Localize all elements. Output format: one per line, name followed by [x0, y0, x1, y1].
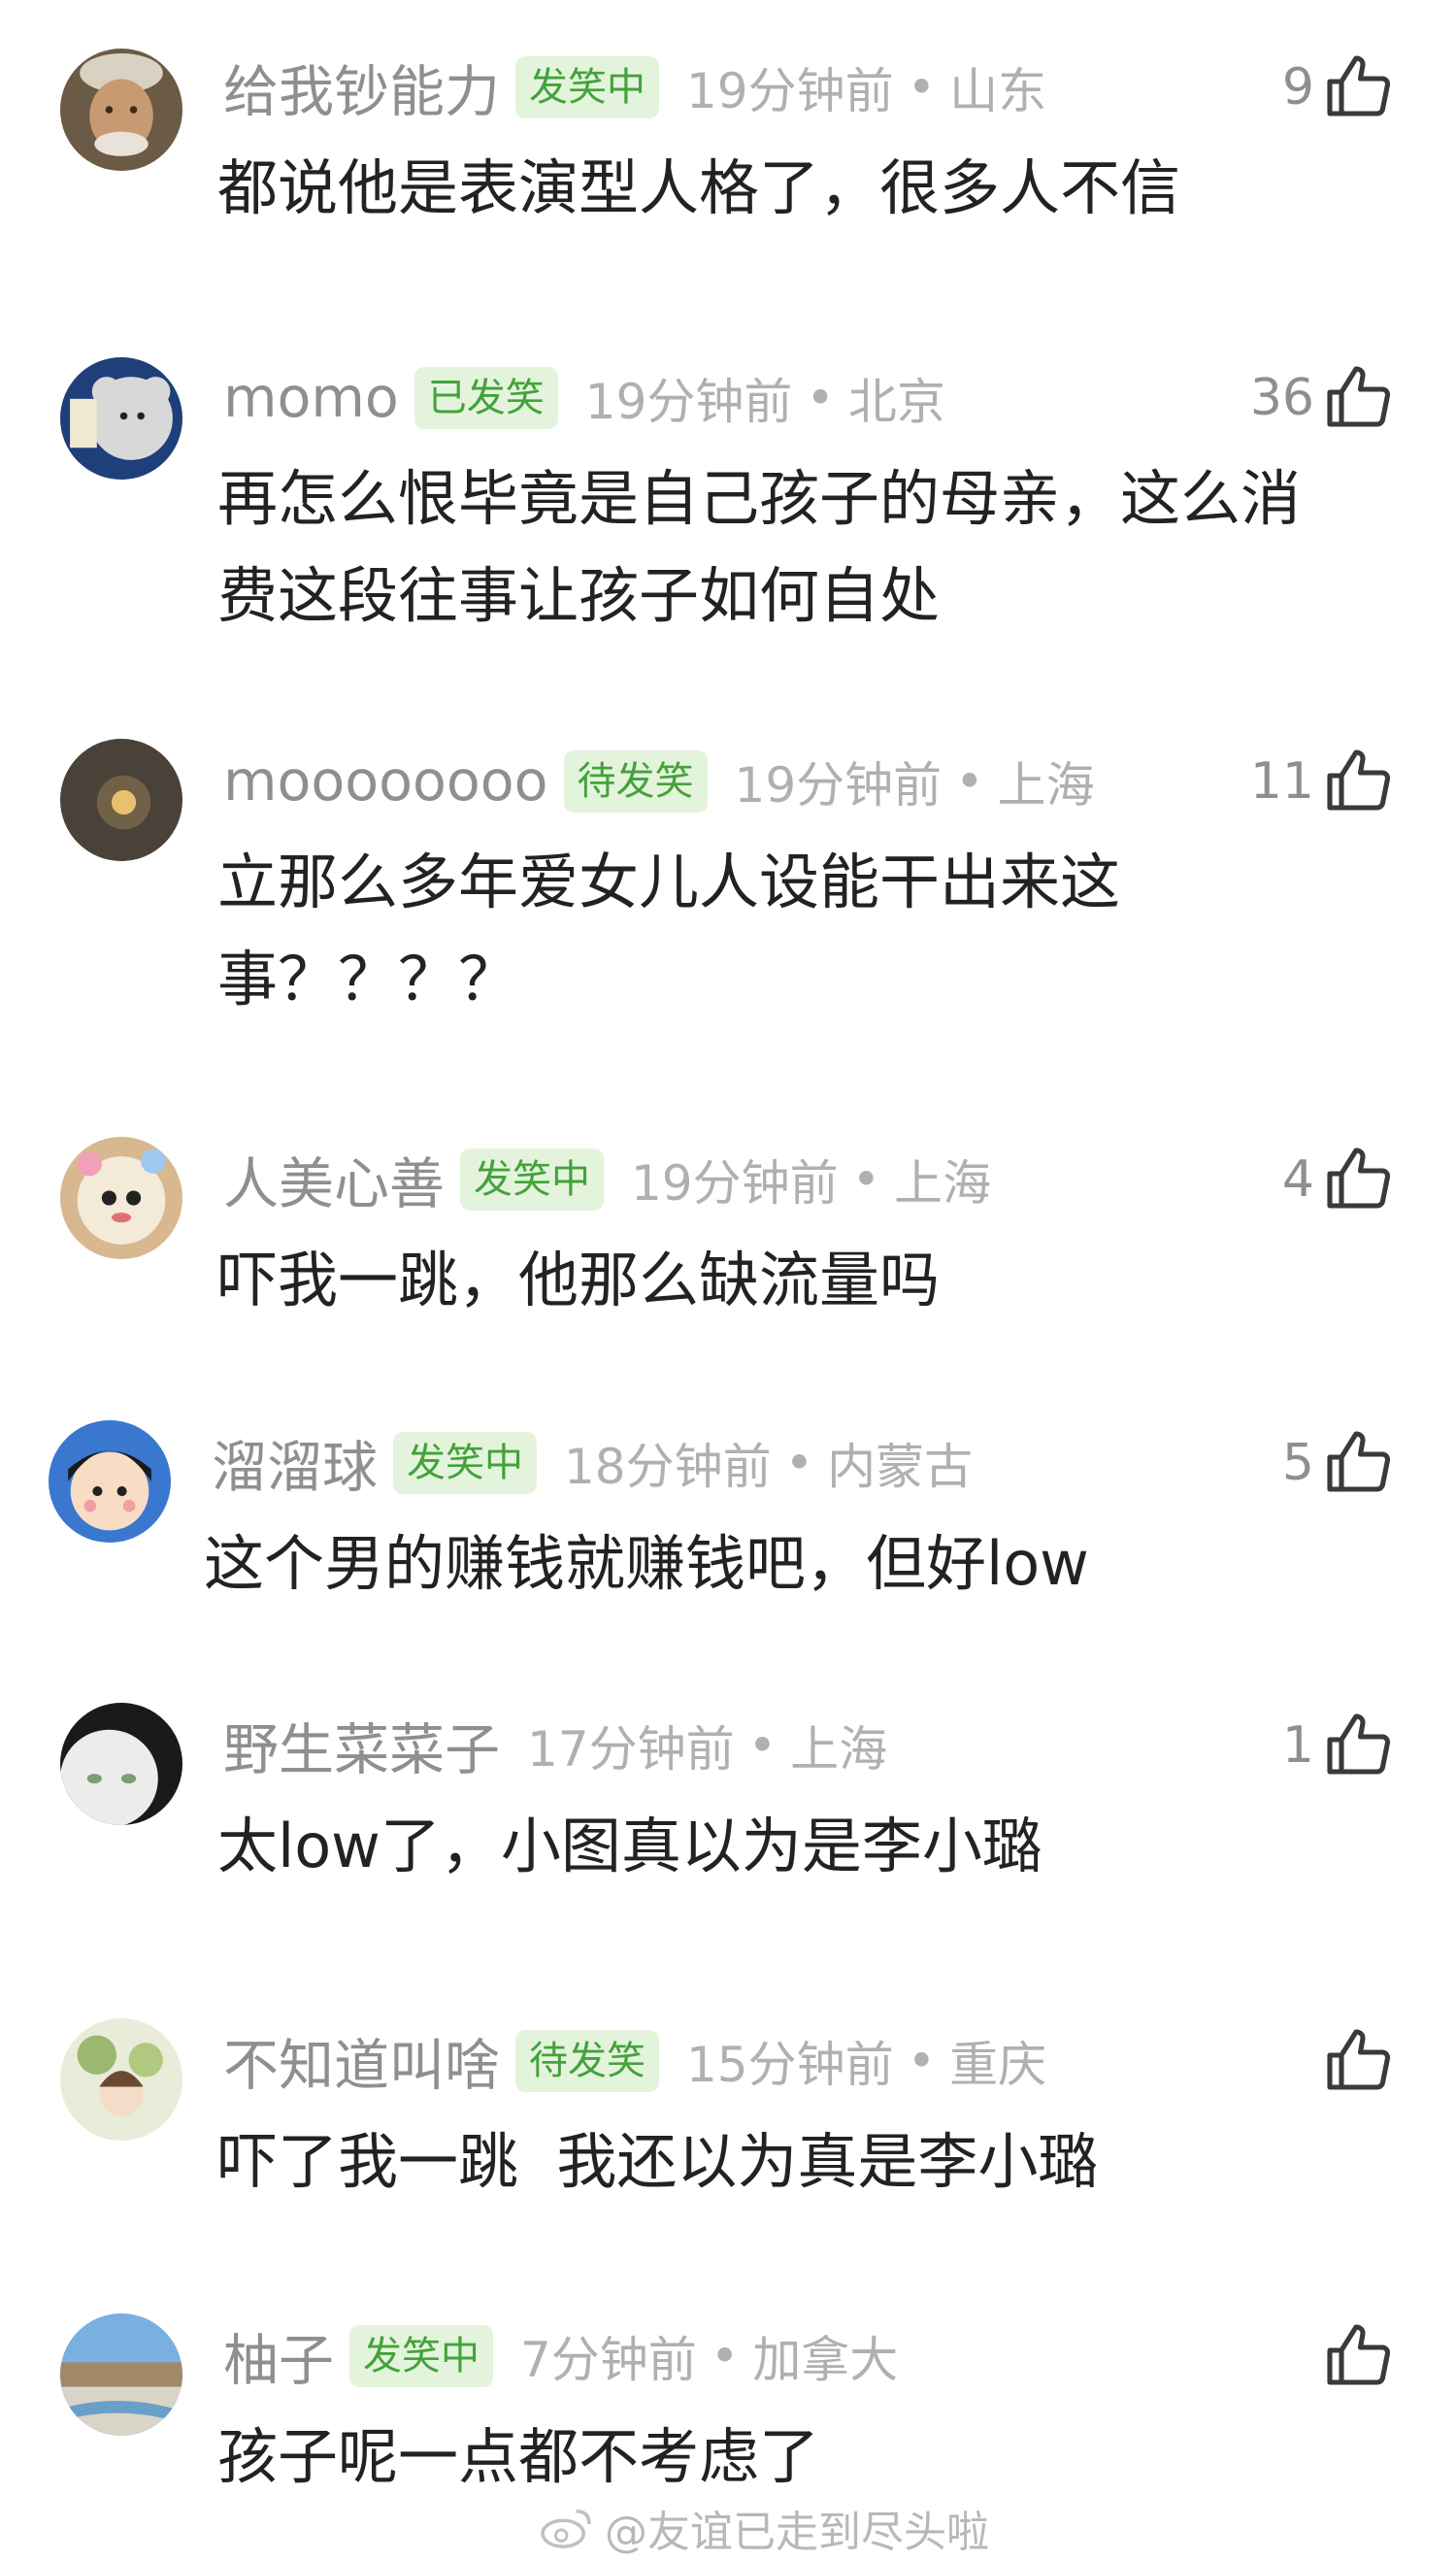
location: 北京: [847, 374, 945, 430]
like-button[interactable]: [1314, 2308, 1394, 2405]
like-count: 1: [1281, 1716, 1314, 1775]
thumbs-up-icon[interactable]: [1324, 2321, 1394, 2391]
status-badge: 发笑中: [515, 56, 659, 118]
separator-dot: •: [784, 1435, 814, 1491]
username[interactable]: moooooooo: [223, 749, 548, 814]
like-button[interactable]: 36: [1250, 349, 1394, 447]
username[interactable]: 人美心善: [223, 1140, 445, 1219]
comment-text: 立那么多年爱女儿人设能干出来这 事？？？？: [217, 834, 1392, 1028]
comment-text: 孩子呢一点都不考虑了: [217, 2409, 1392, 2506]
username[interactable]: 野生菜菜子: [223, 1706, 500, 1785]
status-badge: 发笑中: [460, 1148, 604, 1211]
username[interactable]: momo: [223, 366, 399, 430]
comment-line: 都说他是表演型人格了，很多人不信: [217, 152, 1181, 223]
comment-line: 太low了，小图真以为是李小璐: [217, 1811, 1042, 1881]
username[interactable]: 给我钞能力: [223, 48, 500, 127]
timestamp: 17分钟前: [527, 1721, 735, 1778]
location: 上海: [894, 1155, 992, 1212]
thumbs-up-icon[interactable]: [1324, 1428, 1394, 1498]
thumbs-up-icon[interactable]: [1324, 363, 1394, 433]
user-avatar[interactable]: [60, 2313, 182, 2436]
status-badge: 待发笑: [515, 2030, 659, 2092]
user-avatar[interactable]: [60, 1703, 182, 1825]
user-avatar[interactable]: [60, 357, 182, 480]
comment-text: 吓我一跳，他那么缺流量吗: [217, 1232, 1392, 1329]
like-button[interactable]: 9: [1282, 39, 1394, 136]
comment-line: 事？？？？: [217, 944, 519, 1014]
user-avatar[interactable]: [60, 2018, 182, 2141]
user-avatar[interactable]: [60, 739, 182, 861]
comment-text: 再怎么恨毕竟是自己孩子的母亲，这么消 费这段往事让孩子如何自处: [217, 450, 1392, 645]
timestamp: 15分钟前: [686, 2037, 894, 2093]
like-button[interactable]: [1314, 2012, 1394, 2110]
watermark: @友谊已走到尽头啦: [539, 2499, 989, 2557]
separator-dot: •: [955, 753, 984, 810]
weibo-icon: [539, 2506, 595, 2550]
timestamp: 7分钟前: [520, 2332, 697, 2388]
separator-dot: •: [710, 2328, 740, 2384]
timestamp: 19分钟前: [584, 374, 793, 430]
like-button[interactable]: 5: [1282, 1414, 1394, 1512]
username[interactable]: 柚子: [223, 2316, 334, 2396]
comment-line: 再怎么恨毕竟是自己孩子的母亲，这么消: [217, 463, 1302, 534]
comment-line: 立那么多年爱女儿人设能干出来这: [217, 847, 1121, 917]
location: 内蒙古: [827, 1439, 974, 1495]
thumbs-up-icon[interactable]: [1324, 1711, 1394, 1780]
location: 上海: [997, 757, 1095, 814]
comment-line: 孩子呢一点都不考虑了: [217, 2421, 820, 2492]
comment-text: 吓了我一跳 我还以为真是李小璐: [217, 2113, 1392, 2211]
username[interactable]: 溜溜球: [212, 1423, 378, 1503]
thumbs-up-icon[interactable]: [1324, 1145, 1394, 1214]
user-avatar[interactable]: [60, 1137, 182, 1259]
location: 上海: [790, 1721, 888, 1778]
like-count: 4: [1281, 1150, 1314, 1209]
like-count: 5: [1281, 1434, 1314, 1492]
comment-line: 吓了我一跳 我还以为真是李小璐: [217, 2126, 1099, 2197]
like-count: 11: [1249, 752, 1314, 811]
location: 重庆: [949, 2037, 1047, 2093]
like-count: 9: [1281, 58, 1314, 116]
comment-text: 都说他是表演型人格了，很多人不信: [217, 140, 1392, 237]
timestamp: 19分钟前: [631, 1155, 839, 1212]
location: 山东: [949, 63, 1047, 119]
comment-text: 这个男的赚钱就赚钱吧，但好low: [204, 1515, 1378, 1612]
status-badge: 发笑中: [393, 1432, 537, 1494]
status-badge: 待发笑: [563, 750, 708, 813]
thumbs-up-icon[interactable]: [1324, 2026, 1394, 2096]
comment-text: 太low了，小图真以为是李小璐: [217, 1798, 1392, 1895]
separator-dot: •: [851, 1151, 881, 1208]
like-button[interactable]: 1: [1282, 1697, 1394, 1794]
status-badge: 已发笑: [414, 367, 558, 429]
comment-line: 费这段往事让孩子如何自处: [217, 560, 941, 631]
comment-line: 吓我一跳，他那么缺流量吗: [217, 1245, 941, 1315]
like-count: 36: [1249, 369, 1314, 427]
timestamp: 19分钟前: [686, 63, 894, 119]
user-avatar[interactable]: [49, 1420, 171, 1543]
separator-dot: •: [747, 1717, 778, 1774]
like-button[interactable]: 11: [1250, 733, 1394, 830]
like-button[interactable]: 4: [1282, 1131, 1394, 1228]
timestamp: 18分钟前: [564, 1439, 772, 1495]
separator-dot: •: [907, 59, 937, 116]
timestamp: 19分钟前: [734, 757, 943, 814]
username[interactable]: 不知道叫啥: [223, 2021, 500, 2101]
location: 加拿大: [752, 2332, 899, 2388]
thumbs-up-icon[interactable]: [1324, 52, 1394, 122]
watermark-text: @友谊已走到尽头啦: [605, 2508, 989, 2557]
thumbs-up-icon[interactable]: [1324, 747, 1394, 816]
separator-dot: •: [907, 2033, 937, 2089]
status-badge: 发笑中: [349, 2325, 493, 2387]
separator-dot: •: [806, 370, 835, 426]
user-avatar[interactable]: [60, 49, 182, 171]
comment-line: 这个男的赚钱就赚钱吧，但好low: [204, 1528, 1089, 1599]
